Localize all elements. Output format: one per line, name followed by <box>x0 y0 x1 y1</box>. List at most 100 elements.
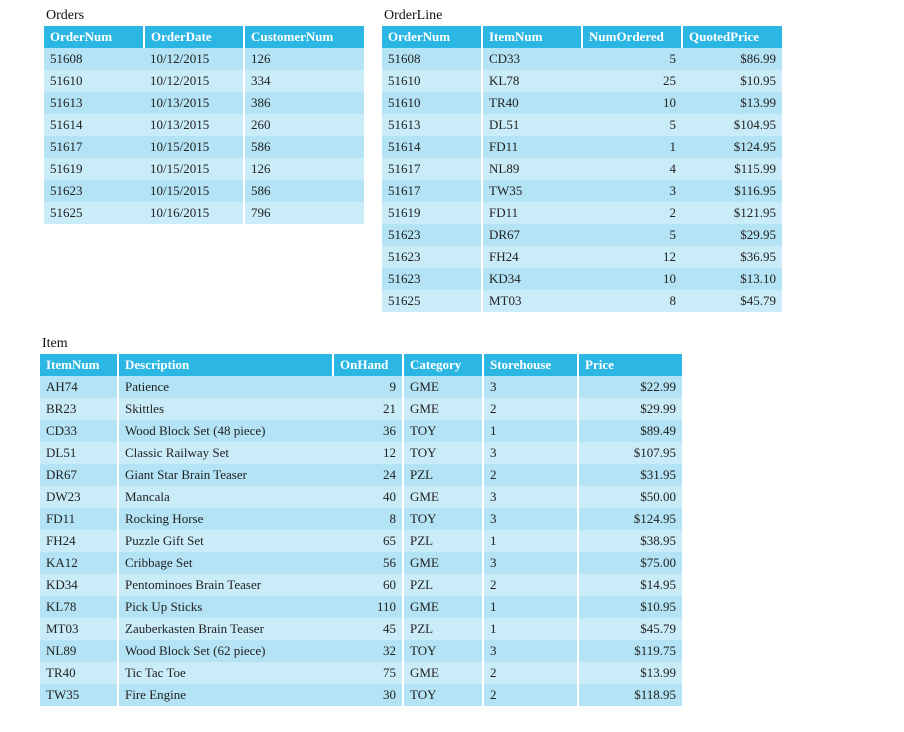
cell-quotedprice: $13.10 <box>682 268 782 290</box>
table-row: 51614FD111$124.95 <box>382 136 782 158</box>
cell-quotedprice: $121.95 <box>682 202 782 224</box>
cell-price: $22.99 <box>578 376 682 398</box>
cell-onhand: 56 <box>333 552 403 574</box>
cell-onhand: 60 <box>333 574 403 596</box>
orderline-header-quotedprice: QuotedPrice <box>682 26 782 48</box>
cell-storehouse: 3 <box>483 508 578 530</box>
table-row: 5162310/15/2015586 <box>44 180 364 202</box>
cell-orderdate: 10/15/2015 <box>144 136 244 158</box>
cell-storehouse: 2 <box>483 398 578 420</box>
cell-customernum: 586 <box>244 136 364 158</box>
orders-header-orderdate: OrderDate <box>144 26 244 48</box>
cell-orderdate: 10/16/2015 <box>144 202 244 224</box>
table-row: KD34Pentominoes Brain Teaser60PZL2$14.95 <box>40 574 682 596</box>
cell-description: Cribbage Set <box>118 552 333 574</box>
cell-itemnum: DW23 <box>40 486 118 508</box>
cell-storehouse: 3 <box>483 442 578 464</box>
orderline-header-itemnum: ItemNum <box>482 26 582 48</box>
cell-numordered: 5 <box>582 114 682 136</box>
cell-numordered: 1 <box>582 136 682 158</box>
orders-header-customernum: CustomerNum <box>244 26 364 48</box>
cell-itemnum: FH24 <box>40 530 118 552</box>
cell-quotedprice: $45.79 <box>682 290 782 312</box>
cell-storehouse: 3 <box>483 376 578 398</box>
cell-ordernum: 51623 <box>382 246 482 268</box>
orders-section: Orders OrderNum OrderDate CustomerNum 51… <box>44 8 364 224</box>
cell-description: Pick Up Sticks <box>118 596 333 618</box>
table-row: CD33Wood Block Set (48 piece)36TOY1$89.4… <box>40 420 682 442</box>
cell-itemnum: KA12 <box>40 552 118 574</box>
cell-price: $31.95 <box>578 464 682 486</box>
cell-ordernum: 51617 <box>382 158 482 180</box>
cell-price: $45.79 <box>578 618 682 640</box>
cell-description: Classic Railway Set <box>118 442 333 464</box>
cell-category: PZL <box>403 574 483 596</box>
cell-onhand: 30 <box>333 684 403 706</box>
table-row: 5161910/15/2015126 <box>44 158 364 180</box>
cell-price: $118.95 <box>578 684 682 706</box>
cell-category: GME <box>403 662 483 684</box>
cell-ordernum: 51623 <box>382 268 482 290</box>
cell-numordered: 8 <box>582 290 682 312</box>
cell-onhand: 21 <box>333 398 403 420</box>
table-row: 5161010/12/2015334 <box>44 70 364 92</box>
cell-ordernum: 51619 <box>44 158 144 180</box>
table-row: 5160810/12/2015126 <box>44 48 364 70</box>
cell-category: PZL <box>403 530 483 552</box>
table-row: DR67Giant Star Brain Teaser24PZL2$31.95 <box>40 464 682 486</box>
cell-ordernum: 51623 <box>44 180 144 202</box>
cell-numordered: 5 <box>582 48 682 70</box>
cell-price: $107.95 <box>578 442 682 464</box>
table-row: FH24Puzzle Gift Set65PZL1$38.95 <box>40 530 682 552</box>
cell-itemnum: FD11 <box>40 508 118 530</box>
cell-storehouse: 2 <box>483 464 578 486</box>
table-row: 5161410/13/2015260 <box>44 114 364 136</box>
table-row: NL89Wood Block Set (62 piece)32TOY3$119.… <box>40 640 682 662</box>
cell-category: GME <box>403 376 483 398</box>
cell-onhand: 9 <box>333 376 403 398</box>
cell-price: $29.99 <box>578 398 682 420</box>
orderline-header-row: OrderNum ItemNum NumOrdered QuotedPrice <box>382 26 782 48</box>
cell-quotedprice: $10.95 <box>682 70 782 92</box>
table-row: TR40Tic Tac Toe75GME2$13.99 <box>40 662 682 684</box>
cell-description: Wood Block Set (62 piece) <box>118 640 333 662</box>
cell-numordered: 2 <box>582 202 682 224</box>
table-row: AH74Patience9GME3$22.99 <box>40 376 682 398</box>
cell-itemnum: FD11 <box>482 202 582 224</box>
cell-description: Tic Tac Toe <box>118 662 333 684</box>
cell-numordered: 4 <box>582 158 682 180</box>
cell-description: Fire Engine <box>118 684 333 706</box>
cell-onhand: 45 <box>333 618 403 640</box>
item-table: ItemNum Description OnHand Category Stor… <box>40 354 682 706</box>
cell-storehouse: 1 <box>483 530 578 552</box>
table-row: 51610KL7825$10.95 <box>382 70 782 92</box>
cell-description: Rocking Horse <box>118 508 333 530</box>
cell-numordered: 5 <box>582 224 682 246</box>
cell-ordernum: 51613 <box>382 114 482 136</box>
cell-quotedprice: $36.95 <box>682 246 782 268</box>
item-title: Item <box>42 336 904 352</box>
cell-itemnum: CD33 <box>482 48 582 70</box>
cell-price: $38.95 <box>578 530 682 552</box>
cell-onhand: 24 <box>333 464 403 486</box>
cell-category: TOY <box>403 508 483 530</box>
cell-ordernum: 51625 <box>382 290 482 312</box>
cell-orderdate: 10/12/2015 <box>144 70 244 92</box>
cell-price: $13.99 <box>578 662 682 684</box>
cell-storehouse: 1 <box>483 618 578 640</box>
cell-description: Zauberkasten Brain Teaser <box>118 618 333 640</box>
cell-storehouse: 3 <box>483 552 578 574</box>
cell-numordered: 25 <box>582 70 682 92</box>
cell-ordernum: 51613 <box>44 92 144 114</box>
table-row: FD11Rocking Horse8TOY3$124.95 <box>40 508 682 530</box>
cell-price: $10.95 <box>578 596 682 618</box>
cell-numordered: 3 <box>582 180 682 202</box>
cell-storehouse: 3 <box>483 486 578 508</box>
table-row: 5161710/15/2015586 <box>44 136 364 158</box>
cell-numordered: 10 <box>582 268 682 290</box>
item-header-storehouse: Storehouse <box>483 354 578 376</box>
cell-category: TOY <box>403 442 483 464</box>
table-row: 51623DR675$29.95 <box>382 224 782 246</box>
cell-storehouse: 2 <box>483 662 578 684</box>
cell-description: Puzzle Gift Set <box>118 530 333 552</box>
